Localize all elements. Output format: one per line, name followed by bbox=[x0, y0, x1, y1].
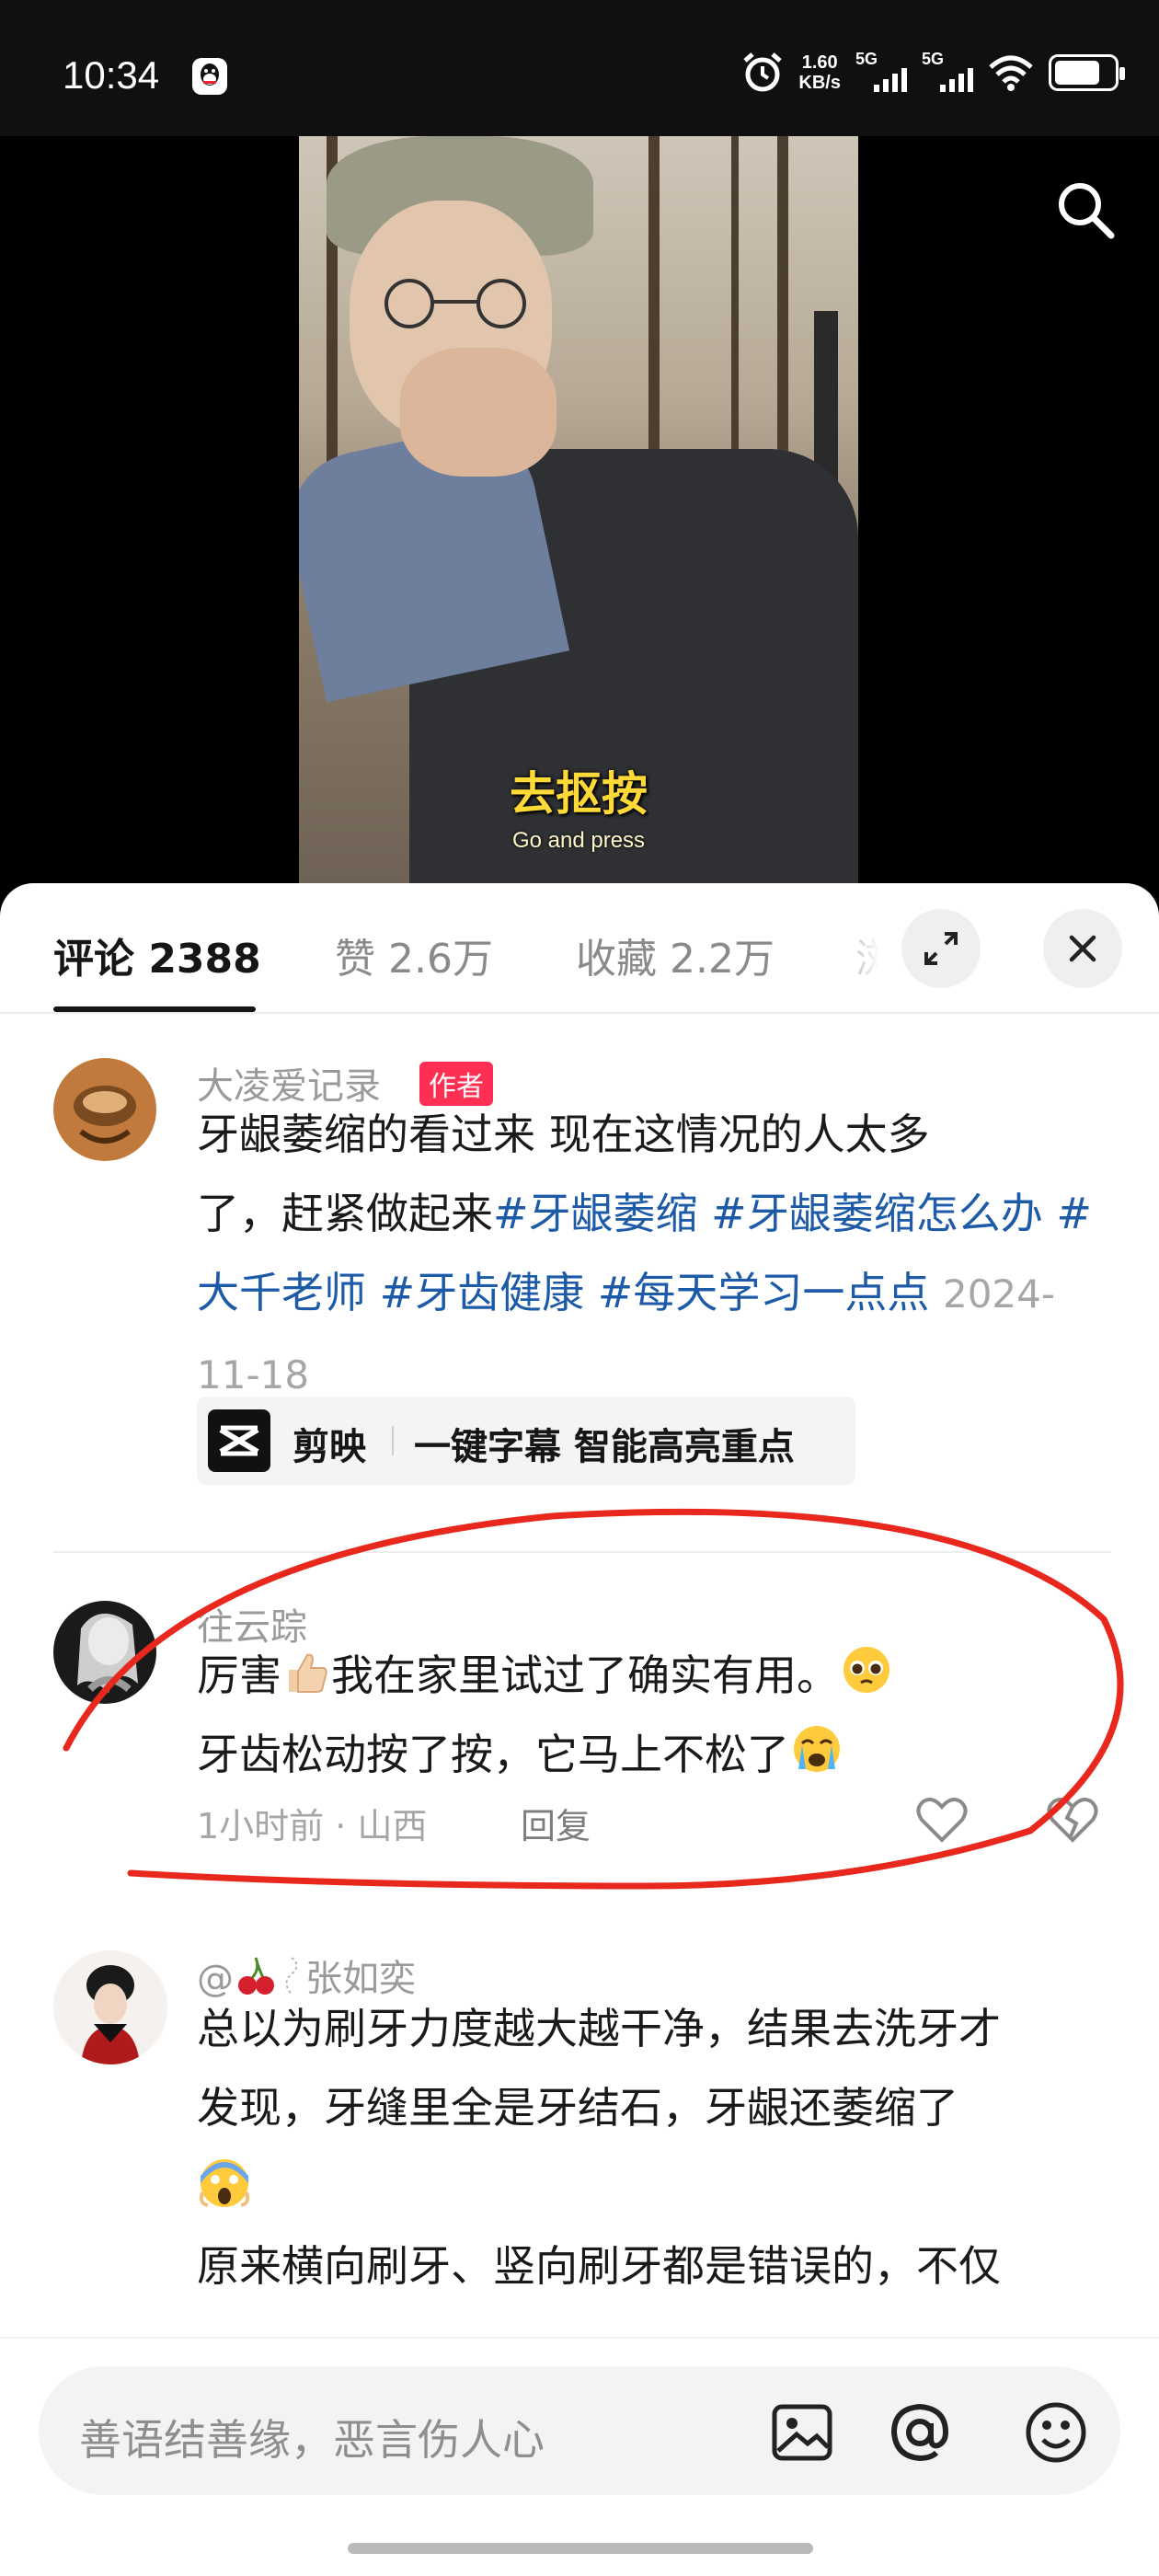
dislike-broken-heart-icon[interactable] bbox=[1045, 1794, 1100, 1846]
image-icon[interactable] bbox=[767, 2398, 837, 2467]
comment-meta: 1小时前 · 山西 bbox=[197, 1806, 428, 1846]
close-button[interactable] bbox=[1043, 909, 1122, 988]
capcut-promo[interactable]: 剪映 一键字幕 智能高亮重点 bbox=[197, 1397, 855, 1485]
emoji-icon[interactable] bbox=[1021, 2398, 1091, 2467]
status-bar: 10:34 1.60 KB/s 5G 5G bbox=[0, 0, 1159, 136]
comment-text: 厉害 我在家里试过了确实有用。 牙齿松动按了按，它马上不松了 bbox=[197, 1636, 1107, 1794]
close-icon bbox=[1069, 935, 1096, 962]
tab-favorites[interactable]: 收藏 2.2万 bbox=[576, 926, 775, 984]
active-tab-indicator bbox=[53, 1006, 256, 1012]
avatar[interactable] bbox=[53, 1601, 156, 1704]
qq-notification-icon bbox=[192, 58, 227, 95]
wifi-icon bbox=[989, 55, 1033, 91]
tab-bar: 评论 2388 赞 2.6万 收藏 2.2万 浏 bbox=[0, 883, 1159, 1014]
capcut-name: 剪映 bbox=[293, 1426, 366, 1468]
comment-input[interactable]: 善语结善缘，恶言伤人心 bbox=[39, 2366, 1120, 2495]
expand-button[interactable] bbox=[901, 909, 981, 988]
home-indicator[interactable] bbox=[348, 2543, 813, 2554]
video-subtitle-en: Go and press bbox=[511, 828, 646, 853]
comment-input-bar: 善语结善缘，恶言伤人心 bbox=[0, 2337, 1159, 2576]
capcut-slogan: 一键字幕 智能高亮重点 bbox=[414, 1426, 795, 1468]
hashtag[interactable]: #每天学习一点点 bbox=[598, 1268, 930, 1317]
hashtag[interactable]: #牙齿健康 bbox=[380, 1268, 585, 1317]
crying-face-emoji bbox=[794, 1726, 840, 1772]
divider bbox=[53, 1551, 1111, 1553]
comment-sheet: 评论 2388 赞 2.6万 收藏 2.2万 浏 大凌爱记录 作者 bbox=[0, 883, 1159, 2576]
video-player[interactable]: 去抠按 Go and press bbox=[0, 136, 1159, 891]
thumbs-up-emoji bbox=[289, 1653, 327, 1693]
avatar[interactable] bbox=[53, 1950, 167, 2064]
mention-at-icon[interactable] bbox=[885, 2398, 955, 2467]
network-speed: 1.60 KB/s bbox=[798, 52, 841, 93]
pleading-face-emoji bbox=[843, 1647, 889, 1693]
expand-icon bbox=[924, 932, 958, 965]
search-icon[interactable] bbox=[1049, 173, 1122, 247]
status-time: 10:34 bbox=[63, 53, 160, 97]
like-heart-icon[interactable] bbox=[914, 1794, 970, 1846]
reply-button[interactable]: 回复 bbox=[521, 1798, 591, 1848]
avatar[interactable] bbox=[53, 1058, 156, 1161]
sim1-signal-icon: 5G bbox=[855, 50, 907, 94]
alarm-icon bbox=[743, 52, 783, 92]
comment-input-placeholder: 善语结善缘，恶言伤人心 bbox=[79, 2415, 545, 2465]
hashtag[interactable]: #牙龈萎缩 bbox=[493, 1189, 698, 1238]
video-subtitle-cn: 去抠按 bbox=[510, 767, 648, 821]
hashtag[interactable]: #牙龈萎缩怎么办 bbox=[711, 1189, 1043, 1238]
video-frame[interactable]: 去抠按 Go and press bbox=[299, 136, 858, 891]
comment-text: 牙龈萎缩的看过来 现在这情况的人太多 了，赶紧做起来#牙龈萎缩 #牙龈萎缩怎么办… bbox=[197, 1110, 1092, 1397]
tab-likes[interactable]: 赞 2.6万 bbox=[335, 926, 493, 984]
screaming-face-emoji bbox=[199, 2159, 250, 2207]
battery-icon bbox=[1049, 54, 1125, 91]
sim2-signal-icon: 5G bbox=[922, 50, 973, 94]
capcut-logo-icon bbox=[208, 1409, 270, 1472]
tab-comments[interactable]: 评论 2388 bbox=[53, 926, 261, 984]
comment-text: 总以为刷牙力度越大越干净，结果去洗牙才 发现，牙缝里全是牙结石，牙龈还萎缩了 原… bbox=[197, 2004, 1001, 2291]
